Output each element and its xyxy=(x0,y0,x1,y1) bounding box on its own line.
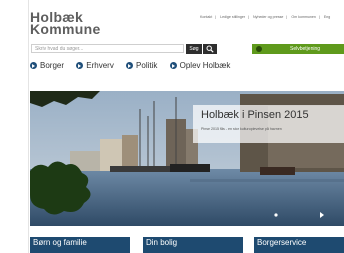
top-link-news[interactable]: Nyheder og presse xyxy=(253,15,283,19)
tile-borgerservice[interactable]: Borgerservice xyxy=(254,237,344,253)
top-link-about[interactable]: Om kommunen xyxy=(291,15,316,19)
arrow-circle-icon xyxy=(76,62,84,69)
selfservice-button[interactable]: Selvbetjening xyxy=(252,44,344,54)
search-icon[interactable] xyxy=(203,44,217,54)
arrow-circle-icon xyxy=(169,62,177,69)
main-nav: Borger Erhverv Politik Oplev Holbæk xyxy=(30,61,240,75)
search-input[interactable]: Skriv hvad du søger... xyxy=(31,44,184,53)
top-link-kontakt[interactable]: Kontakt xyxy=(200,15,212,19)
arrow-circle-icon xyxy=(30,62,37,69)
top-link-jobs[interactable]: Ledige stillinger xyxy=(220,15,245,19)
category-tiles: Børn og familie Din bolig Borgerservice xyxy=(30,237,344,253)
nav-item-erhverv[interactable]: Erhverv xyxy=(76,61,114,70)
top-link-english[interactable]: Eng xyxy=(324,15,330,19)
top-links: Kontakt | Ledige stillinger | Nyheder og p… xyxy=(200,15,331,19)
search-button[interactable]: Søg xyxy=(186,44,202,54)
logo-line-2: Kommune xyxy=(30,21,101,37)
hero-subtitle: Pinse 2015 fås - en stor kulturoplevelse… xyxy=(201,127,282,131)
tile-din-bolig[interactable]: Din bolig xyxy=(143,237,243,253)
selfservice-label: Selvbetjening xyxy=(290,46,321,52)
arrow-circle-icon xyxy=(126,62,134,69)
nav-item-politik[interactable]: Politik xyxy=(126,61,157,70)
arrow-circle-icon xyxy=(256,46,262,52)
page-edge xyxy=(28,0,29,253)
hero-title: Holbæk i Pinsen 2015 xyxy=(201,109,309,121)
nav-item-oplev-holbaek[interactable]: Oplev Holbæk xyxy=(169,61,230,70)
hero-caption[interactable]: Holbæk i Pinsen 2015 Pinse 2015 fås - en… xyxy=(193,105,344,143)
holbaek-logo[interactable]: Holbæk Kommune xyxy=(30,10,101,37)
tile-born-og-familie[interactable]: Børn og familie xyxy=(30,237,130,253)
nav-item-borger[interactable]: Borger xyxy=(30,61,64,70)
